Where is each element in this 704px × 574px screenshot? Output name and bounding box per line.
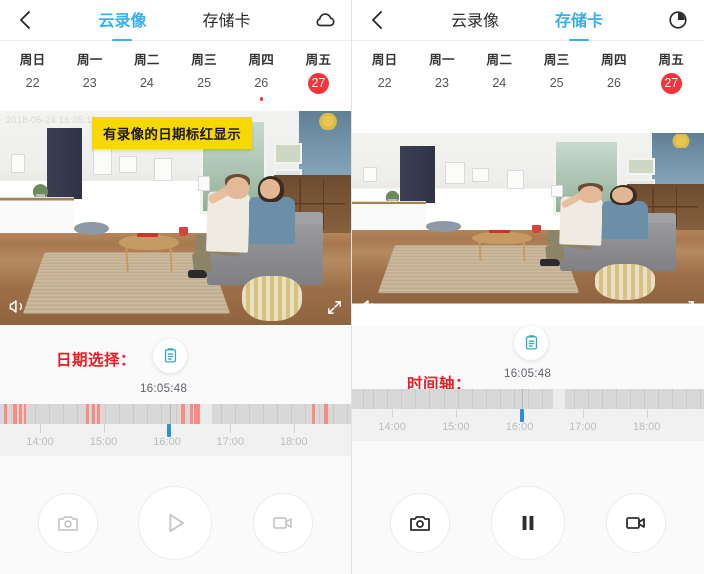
- timeline-tick-label: 17:00: [569, 420, 597, 433]
- record-button[interactable]: [252, 493, 313, 553]
- timeline-tick-label: 15:00: [89, 435, 118, 448]
- back-button[interactable]: [12, 7, 38, 33]
- timeline-scrubber[interactable]: 14:00 15:00 16:00 17:00 18:00: [352, 388, 704, 441]
- recording-dot: [259, 97, 264, 101]
- timeline-section: 时间轴： 16:05:48 14:00 15:00 16:00 17:00 18…: [352, 325, 704, 574]
- date-cell-selected[interactable]: 周五 27: [643, 49, 700, 101]
- video-timestamp-overlay: 2018-05-24 16:05:12: [6, 114, 98, 125]
- timeline-playhead[interactable]: [519, 408, 524, 422]
- timeline-tick-label: 18:00: [280, 435, 308, 448]
- playback-controls: [352, 486, 704, 560]
- timeline-tick-label: 16:00: [153, 435, 181, 448]
- record-button[interactable]: [605, 493, 666, 553]
- day-number: 26: [607, 76, 621, 90]
- weekday-label: 周日: [19, 53, 46, 67]
- day-number: 25: [197, 76, 212, 90]
- date-cell[interactable]: 周二 24: [118, 49, 175, 101]
- speaker-icon[interactable]: [8, 297, 27, 316]
- weekday-label: 周四: [601, 53, 627, 67]
- header-bar: 云录像 存储卡: [0, 0, 351, 40]
- timeline-section: 日期选择： 16:05:48 14:00 15:00 16:00 17:00 1…: [0, 325, 351, 574]
- date-cell[interactable]: 周日 22: [356, 49, 413, 101]
- date-cell[interactable]: 周一 23: [61, 49, 118, 101]
- back-button[interactable]: [364, 7, 390, 33]
- timeline-band[interactable]: [352, 388, 704, 409]
- day-number: 23: [435, 76, 449, 90]
- header-bar: 云录像 存储卡: [352, 0, 704, 40]
- date-cell[interactable]: 周四 26: [233, 49, 290, 101]
- snapshot-button[interactable]: [390, 493, 451, 553]
- play-button[interactable]: [138, 486, 213, 560]
- timeline-band[interactable]: [0, 403, 351, 424]
- weekday-label: 周五: [305, 53, 332, 67]
- date-strip: 周日 22 周一 23 周二 24 周三 25 周四 26 周五 27: [0, 41, 351, 111]
- weekday-label: 周五: [658, 53, 685, 67]
- date-cell[interactable]: 周二 24: [471, 49, 528, 101]
- date-cell[interactable]: 周三 25: [528, 49, 585, 101]
- playhead-time-label: 16:05:48: [504, 367, 552, 380]
- playback-controls: [0, 486, 351, 560]
- weekday-label: 周四: [248, 53, 275, 67]
- tab-cloud-recording[interactable]: 云录像: [451, 7, 499, 33]
- day-number: 22: [377, 76, 392, 90]
- speaker-icon[interactable]: [360, 297, 379, 316]
- tab-sd-card[interactable]: 存储卡: [555, 7, 603, 33]
- clipboard-list-icon[interactable]: [153, 338, 187, 373]
- storage-pie-icon[interactable]: [664, 6, 692, 34]
- timeline-playhead[interactable]: [167, 423, 172, 437]
- weekday-label: 周三: [543, 53, 570, 67]
- video-scene: [352, 132, 704, 304]
- day-number-selected: 27: [660, 73, 682, 94]
- timeline-tick-label: 14:00: [26, 435, 54, 448]
- snapshot-button[interactable]: [38, 493, 99, 553]
- tab-sd-card[interactable]: 存储卡: [203, 7, 251, 33]
- screenshot-root: 云录像 存储卡 周日 22 周一 23 周二 24 周三 25 周四 26 周五…: [0, 0, 704, 574]
- video-player[interactable]: [352, 110, 704, 326]
- video-player[interactable]: 2018-05-24 16:05:12 有录像的日期标红显示: [0, 110, 351, 326]
- timeline-tick-label: 15:00: [442, 420, 470, 433]
- expand-icon[interactable]: [326, 299, 343, 316]
- date-cell[interactable]: 周三 25: [176, 49, 233, 101]
- weekday-label: 周一: [429, 53, 455, 67]
- timeline-tick-label: 14:00: [378, 420, 406, 433]
- timeline-axis: 14:00 15:00 16:00 17:00 18:00: [0, 423, 351, 456]
- annotation-date-selection: 日期选择：: [56, 351, 137, 369]
- cloud-icon[interactable]: [311, 6, 339, 34]
- clipboard-list-icon[interactable]: [514, 325, 548, 360]
- playhead-time-label: 16:05:48: [140, 382, 188, 395]
- date-cell[interactable]: 周一 23: [413, 49, 470, 101]
- day-number: 26: [254, 76, 269, 90]
- panel-cloud-recording: 云录像 存储卡 周日 22 周一 23 周二 24 周三 25 周四 26 周五…: [0, 0, 352, 574]
- panel-sd-card: 云录像 存储卡 周日 22 周一 23 周二 24 周三 25 周四 26 周五…: [352, 0, 704, 574]
- day-number: 25: [549, 76, 564, 90]
- date-cell[interactable]: 周日 22: [4, 49, 61, 101]
- date-strip: 周日 22 周一 23 周二 24 周三 25 周四 26 周五 27: [352, 41, 704, 111]
- day-number: 22: [25, 76, 40, 90]
- tab-bar: 云录像 存储卡: [390, 7, 664, 33]
- timeline-axis: 14:00 15:00 16:00 17:00 18:00: [352, 408, 704, 441]
- day-number: 24: [139, 76, 154, 90]
- timeline-tick-label: 16:00: [505, 420, 534, 433]
- day-number: 24: [492, 76, 507, 90]
- timeline-tick-label: 18:00: [632, 420, 661, 433]
- day-number-selected: 27: [307, 73, 329, 94]
- date-cell-selected[interactable]: 周五 27: [290, 49, 347, 101]
- callout-tooltip: 有录像的日期标红显示: [92, 116, 252, 149]
- weekday-label: 周二: [486, 53, 513, 67]
- date-cell[interactable]: 周四 26: [585, 49, 642, 101]
- tab-bar: 云录像 存储卡: [38, 7, 311, 33]
- weekday-label: 周一: [76, 53, 103, 67]
- pause-button[interactable]: [490, 486, 565, 560]
- weekday-label: 周三: [191, 53, 217, 67]
- day-number: 23: [82, 76, 97, 90]
- expand-icon[interactable]: [679, 299, 696, 316]
- weekday-label: 周二: [134, 53, 160, 67]
- timeline-tick-label: 17:00: [216, 435, 245, 448]
- weekday-label: 周日: [371, 53, 398, 67]
- tab-cloud-recording[interactable]: 云录像: [98, 7, 146, 33]
- timeline-scrubber[interactable]: 14:00 15:00 16:00 17:00 18:00: [0, 403, 351, 456]
